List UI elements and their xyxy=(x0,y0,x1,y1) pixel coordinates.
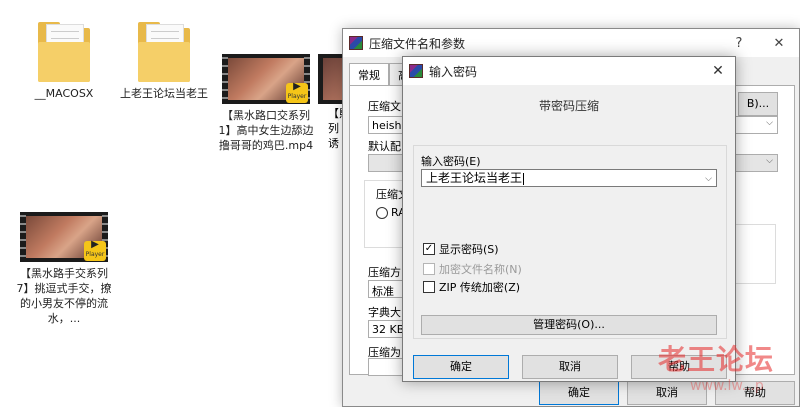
chevron-down-icon: ⌵ xyxy=(705,174,712,184)
password-dialog-title: 输入密码 xyxy=(429,64,478,79)
checkbox-checked-icon: ✓ xyxy=(423,243,435,255)
folder-macosx[interactable]: __MACOSX xyxy=(14,20,114,101)
archive-ok-button[interactable]: 确定 xyxy=(539,381,619,405)
close-icon[interactable]: ✕ xyxy=(759,36,799,51)
password-dialog-heading: 带密码压缩 xyxy=(538,99,599,113)
watermark-url: www.lw...p xyxy=(690,378,764,394)
password-input[interactable]: 上老王论坛当老王 ⌵ xyxy=(421,169,717,187)
password-cancel-button[interactable]: 取消 xyxy=(522,355,618,379)
file-label: 上老王论坛当老王 xyxy=(120,87,208,100)
chevron-down-icon: ⌵ xyxy=(766,156,773,166)
video-thumbnail-icon: Player xyxy=(222,54,310,104)
password-dialog-titlebar[interactable]: 输入密码 ✕ xyxy=(403,57,735,85)
checkbox-icon xyxy=(423,263,435,275)
folder-icon xyxy=(138,20,190,82)
show-password-checkbox[interactable]: ✓ 显示密码(S) xyxy=(423,241,499,257)
browse-button[interactable]: B)... xyxy=(738,92,778,116)
chevron-down-icon: ⌵ xyxy=(766,118,773,128)
video-file-1[interactable]: Player 【黑水路口交系列1】高中女生边舔边撸哥哥的鸡巴.mp4 xyxy=(216,54,316,153)
zip-legacy-encryption-checkbox[interactable]: ZIP 传统加密(Z) xyxy=(423,279,520,295)
winrar-icon xyxy=(349,36,363,50)
video-file-7[interactable]: Player 【黑水路手交系列7】挑逗式手交，撩的小男友不停的流水，... xyxy=(14,212,114,326)
file-label: 【黑水路口交系列1】高中女生边舔边撸哥哥的鸡巴.mp4 xyxy=(218,109,314,152)
player-badge-icon: Player xyxy=(84,237,106,261)
method-label: 压缩方 xyxy=(368,266,401,279)
profile-label: 默认配 xyxy=(368,140,401,153)
archive-name-label: 压缩文 xyxy=(368,100,401,113)
encrypt-filenames-checkbox[interactable]: 加密文件名称(N) xyxy=(423,261,522,277)
winrar-icon xyxy=(409,64,423,78)
manage-passwords-button[interactable]: 管理密码(O)... xyxy=(421,315,717,335)
watermark-logo: 老王论坛 xyxy=(658,343,775,376)
folder-icon xyxy=(38,20,90,82)
folder-laowang[interactable]: 上老王论坛当老王 xyxy=(114,20,214,101)
player-badge-icon: Player xyxy=(286,79,308,103)
close-icon[interactable]: ✕ xyxy=(701,63,735,79)
help-icon[interactable]: ? xyxy=(719,36,759,51)
checkbox-icon xyxy=(423,281,435,293)
archive-dialog-titlebar[interactable]: 压缩文件名和参数 ? ✕ xyxy=(343,29,799,57)
video-thumbnail-icon: Player xyxy=(20,212,108,262)
password-dialog: 输入密码 ✕ 带密码压缩 输入密码(E) 上老王论坛当老王 ⌵ ✓ 显示密码(S… xyxy=(402,56,736,382)
password-label: 输入密码(E) xyxy=(421,155,481,168)
video-file-partial[interactable] xyxy=(318,54,342,104)
file-label: __MACOSX xyxy=(34,87,94,100)
radio-icon xyxy=(376,206,388,219)
password-ok-button[interactable]: 确定 xyxy=(413,355,509,379)
dict-label: 字典大 xyxy=(368,306,401,319)
tab-general[interactable]: 常规 xyxy=(349,63,389,86)
archive-dialog-title: 压缩文件名和参数 xyxy=(369,36,466,51)
file-label: 【黑水路手交系列7】挑逗式手交，撩的小男友不停的流水，... xyxy=(16,267,112,325)
